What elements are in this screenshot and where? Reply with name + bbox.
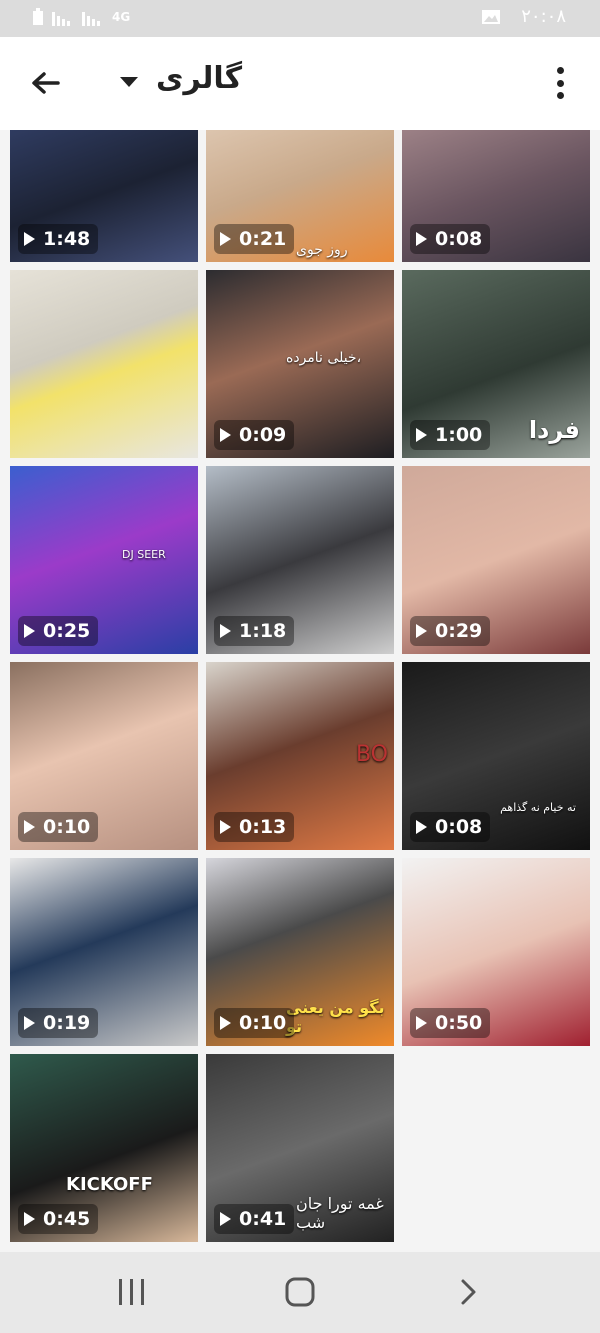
play-icon	[24, 232, 35, 246]
video-thumbnail[interactable]: فردا 1:00	[402, 270, 590, 458]
clock: ۲۰:۰۸	[521, 6, 566, 27]
thumbnail-caption: KICKOFF	[66, 1174, 153, 1195]
video-thumbnail[interactable]: 0:19	[10, 858, 198, 1046]
video-thumbnail[interactable]: 0:10	[10, 662, 198, 850]
duration-badge: 0:08	[410, 812, 491, 842]
duration-text: 0:08	[435, 228, 483, 250]
duration-badge: 0:19	[18, 1008, 99, 1038]
thumbnail-caption: بگو من یعنی تو	[286, 998, 385, 1036]
video-thumbnail[interactable]: 0:29	[402, 466, 590, 654]
video-thumbnail[interactable]: KICKOFF 0:45	[10, 1054, 198, 1242]
duration-badge: 0:29	[410, 616, 491, 646]
play-icon	[220, 820, 231, 834]
nav-back-button[interactable]	[448, 1272, 488, 1312]
status-right: ۲۰:۰۸	[481, 6, 566, 27]
video-thumbnail[interactable]: 0:50	[402, 858, 590, 1046]
album-selector[interactable]: گالری	[120, 61, 242, 96]
duration-text: 1:48	[43, 228, 91, 250]
play-icon	[416, 428, 427, 442]
play-icon	[416, 232, 427, 246]
play-icon	[416, 1016, 427, 1030]
status-bar: 4G ۲۰:۰۸	[0, 0, 600, 37]
video-thumbnail[interactable]: BO 0:13	[206, 662, 394, 850]
duration-badge: 1:18	[214, 616, 295, 646]
duration-text: 0:25	[43, 620, 91, 642]
play-icon	[220, 232, 231, 246]
thumbnail-caption: روز جوی	[296, 242, 348, 258]
thumbnail-caption: غمه تورا جان شب	[296, 1194, 384, 1232]
play-icon	[416, 624, 427, 638]
play-icon	[416, 820, 427, 834]
video-grid[interactable]: 1:48روز جوی0:21هر روز بهتر از دیروز0:08خ…	[10, 130, 590, 1250]
duration-text: 0:19	[43, 1012, 91, 1034]
recent-apps-button[interactable]	[112, 1272, 152, 1312]
play-icon	[220, 428, 231, 442]
duration-text: 0:50	[435, 1012, 483, 1034]
duration-badge: 0:45	[18, 1204, 99, 1234]
arrow-left-icon	[32, 72, 60, 94]
status-left: 4G	[32, 8, 130, 26]
duration-badge: 0:09	[214, 420, 295, 450]
home-button[interactable]	[280, 1272, 320, 1312]
duration-badge: 0:10	[18, 812, 99, 842]
video-thumbnail[interactable]: ته خیام نه گذاهم 0:08	[402, 662, 590, 850]
video-thumbnail[interactable]: بگو من یعنی تو 0:10	[206, 858, 394, 1046]
app-bar: گالری	[0, 37, 600, 130]
video-thumbnail[interactable]: غمه تورا جان شب 0:41	[206, 1054, 394, 1242]
video-thumbnail[interactable]	[10, 270, 198, 458]
play-icon	[220, 1212, 231, 1226]
video-thumbnail[interactable]: خیلی نامرده، 0:09	[206, 270, 394, 458]
duration-text: 0:08	[435, 816, 483, 838]
thumbnail-caption: خیلی نامرده،	[286, 350, 362, 366]
duration-badge: 0:25	[18, 616, 99, 646]
play-icon	[24, 1212, 35, 1226]
duration-badge: 0:50	[410, 1008, 491, 1038]
duration-text: 0:21	[239, 228, 287, 250]
caret-down-icon	[120, 76, 138, 87]
duration-text: 0:10	[43, 816, 91, 838]
thumbnail-caption: ته خیام نه گذاهم	[500, 801, 576, 814]
duration-badge: 1:00	[410, 420, 491, 450]
duration-text: 0:45	[43, 1208, 91, 1230]
duration-text: 0:41	[239, 1208, 287, 1230]
thumbnail-caption: BO	[355, 742, 388, 767]
more-vertical-icon	[556, 67, 564, 74]
more-options-button[interactable]	[550, 67, 570, 99]
duration-text: 0:13	[239, 816, 287, 838]
chevron-right-icon	[461, 1279, 476, 1305]
duration-text: 1:18	[239, 620, 287, 642]
video-thumbnail[interactable]: روز جوی 0:21	[206, 130, 394, 262]
play-icon	[220, 1016, 231, 1030]
duration-text: 1:00	[435, 424, 483, 446]
battery-icon	[33, 8, 43, 25]
page-title: گالری	[156, 61, 243, 96]
thumbnail-caption: DJ SEER	[122, 548, 166, 561]
recent-apps-icon	[119, 1279, 144, 1305]
play-icon	[220, 624, 231, 638]
duration-badge: 0:21	[214, 224, 295, 254]
video-thumbnail[interactable]: DJ SEER 0:25	[10, 466, 198, 654]
thumbnail-caption: فردا	[528, 416, 580, 444]
image-icon	[482, 9, 501, 24]
duration-text: 0:09	[239, 424, 287, 446]
duration-badge: 0:10	[214, 1008, 295, 1038]
video-thumbnail[interactable]: هر روز بهتر از دیروز0:08	[402, 130, 590, 262]
signal-icon-2	[82, 12, 100, 26]
duration-badge: 1:48	[18, 224, 99, 254]
play-icon	[24, 820, 35, 834]
duration-text: 0:10	[239, 1012, 287, 1034]
play-icon	[24, 624, 35, 638]
home-icon	[285, 1277, 315, 1307]
video-thumbnail[interactable]: 1:18	[206, 466, 394, 654]
duration-badge: 0:41	[214, 1204, 295, 1234]
video-thumbnail[interactable]: 1:48	[10, 130, 198, 262]
back-button[interactable]	[28, 65, 64, 101]
signal-icon	[52, 12, 70, 26]
duration-badge: 0:13	[214, 812, 295, 842]
navigation-bar	[0, 1252, 600, 1333]
duration-badge: 0:08	[410, 224, 491, 254]
network-type: 4G	[112, 10, 131, 24]
play-icon	[24, 1016, 35, 1030]
duration-text: 0:29	[435, 620, 483, 642]
